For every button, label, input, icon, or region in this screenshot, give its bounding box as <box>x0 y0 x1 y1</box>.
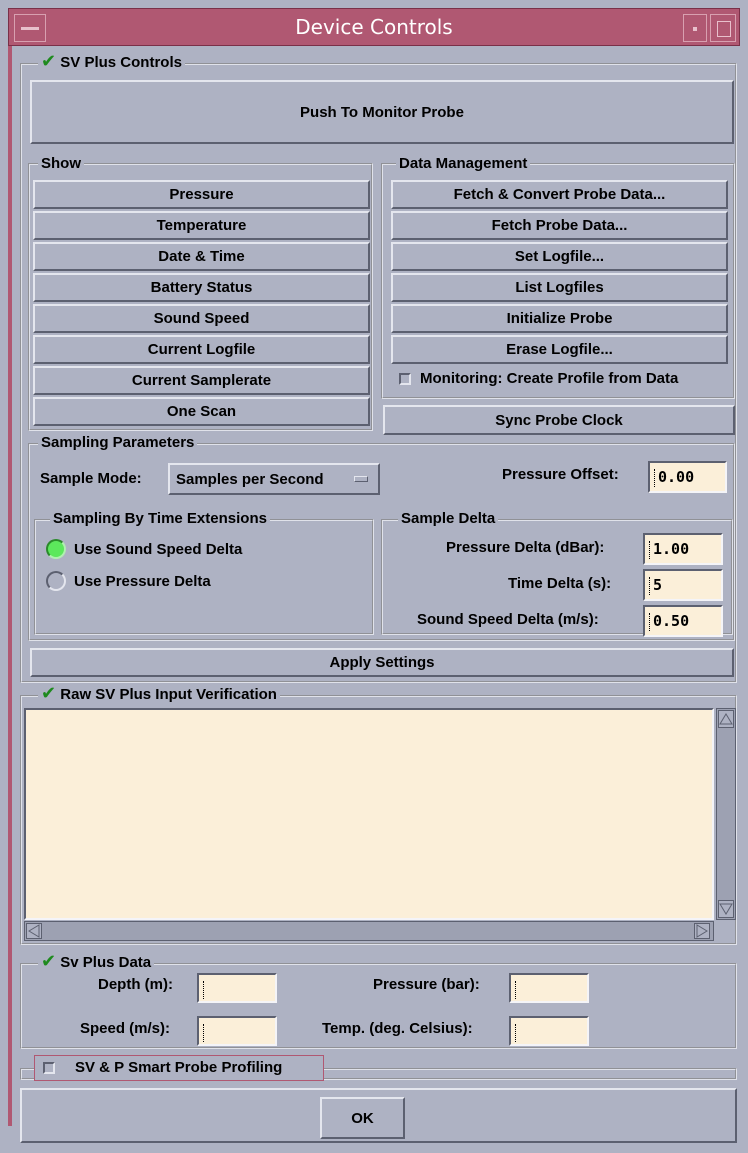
time-delta-field[interactable]: 5 <box>643 569 723 601</box>
temp-label: Temp. (deg. Celsius): <box>322 1020 473 1037</box>
sv-plus-controls-label: SV Plus Controls <box>60 54 182 71</box>
pressure-delta-radio-label: Use Pressure Delta <box>74 573 211 590</box>
sound-speed-delta-field-label: Sound Speed Delta (m/s): <box>417 611 599 628</box>
one-scan-button[interactable]: One Scan <box>33 397 370 426</box>
maximize-icon[interactable] <box>710 14 736 42</box>
window-frame <box>8 46 12 1126</box>
fetch-probe-data-button[interactable]: Fetch Probe Data... <box>391 211 728 240</box>
pressure-delta-value: 1.00 <box>653 540 690 558</box>
sample-mode-select[interactable]: Samples per Second <box>168 463 380 495</box>
raw-input-label: Raw SV Plus Input Verification <box>60 686 277 703</box>
push-to-monitor-button[interactable]: Push To Monitor Probe <box>30 80 734 144</box>
battery-status-button[interactable]: Battery Status <box>33 273 370 302</box>
scroll-left-icon[interactable] <box>26 923 42 939</box>
pressure-offset-value: 0.00 <box>658 468 695 486</box>
initialize-probe-button[interactable]: Initialize Probe <box>391 304 728 333</box>
raw-input-checkbox[interactable]: ✔ <box>41 683 56 703</box>
scroll-up-icon[interactable] <box>718 710 734 728</box>
minimize-icon[interactable] <box>683 14 707 42</box>
sv-plus-data-checkbox[interactable]: ✔ <box>41 951 56 971</box>
smart-probe-label: SV & P Smart Probe Profiling <box>75 1059 283 1076</box>
pressure-delta-field[interactable]: 1.00 <box>643 533 723 565</box>
speed-field[interactable] <box>197 1016 277 1046</box>
monitoring-checkbox[interactable] <box>399 373 411 385</box>
sv-plus-controls-checkbox[interactable]: ✔ <box>41 51 56 71</box>
raw-input-textarea[interactable] <box>24 708 714 920</box>
window-menu-icon[interactable] <box>14 14 46 42</box>
erase-logfile-button[interactable]: Erase Logfile... <box>391 335 728 364</box>
horizontal-scrollbar[interactable] <box>24 921 714 941</box>
pressure-button[interactable]: Pressure <box>33 180 370 209</box>
time-delta-label: Time Delta (s): <box>508 575 612 592</box>
time-delta-value: 5 <box>653 576 663 594</box>
depth-label: Depth (m): <box>98 976 173 993</box>
sound-speed-delta-radio[interactable] <box>46 539 66 559</box>
monitoring-checkbox-label: Monitoring: Create Profile from Data <box>420 370 679 387</box>
sound-speed-delta-field[interactable]: 0.50 <box>643 605 723 637</box>
current-logfile-button[interactable]: Current Logfile <box>33 335 370 364</box>
sound-speed-button[interactable]: Sound Speed <box>33 304 370 333</box>
scroll-down-icon[interactable] <box>718 900 734 918</box>
sampling-parameters-legend: Sampling Parameters <box>38 434 198 452</box>
data-management-legend: Data Management <box>396 155 531 173</box>
sample-delta-legend: Sample Delta <box>398 510 499 528</box>
title-bar[interactable]: Device Controls <box>8 8 740 46</box>
raw-input-legend: ✔ Raw SV Plus Input Verification <box>38 683 280 704</box>
pressure-offset-label: Pressure Offset: <box>502 466 619 483</box>
current-samplerate-button[interactable]: Current Samplerate <box>33 366 370 395</box>
temperature-button[interactable]: Temperature <box>33 211 370 240</box>
sample-mode-value: Samples per Second <box>176 470 324 488</box>
sound-speed-delta-value: 0.50 <box>653 612 690 630</box>
sv-plus-controls-legend: ✔ SV Plus Controls <box>38 51 185 72</box>
date-time-button[interactable]: Date & Time <box>33 242 370 271</box>
temp-field[interactable] <box>509 1016 589 1046</box>
smart-probe-checkbox[interactable] <box>43 1062 55 1074</box>
pressure-delta-radio[interactable] <box>46 571 66 591</box>
sv-plus-data-legend: ✔ Sv Plus Data <box>38 951 155 972</box>
window-title: Device Controls <box>295 15 453 39</box>
pressure-bar-label: Pressure (bar): <box>373 976 480 993</box>
fetch-convert-button[interactable]: Fetch & Convert Probe Data... <box>391 180 728 209</box>
list-logfiles-button[interactable]: List Logfiles <box>391 273 728 302</box>
speed-label: Speed (m/s): <box>80 1020 171 1037</box>
pressure-delta-label: Pressure Delta (dBar): <box>446 539 605 556</box>
depth-field[interactable] <box>197 973 277 1003</box>
option-menu-icon <box>354 476 368 482</box>
show-legend: Show <box>38 155 84 173</box>
set-logfile-button[interactable]: Set Logfile... <box>391 242 728 271</box>
ok-button[interactable]: OK <box>320 1097 405 1139</box>
sound-speed-delta-label: Use Sound Speed Delta <box>74 541 243 558</box>
apply-settings-button[interactable]: Apply Settings <box>30 648 734 677</box>
sample-mode-label: Sample Mode: <box>40 470 142 487</box>
sv-plus-data-label: Sv Plus Data <box>60 954 152 971</box>
vertical-scrollbar[interactable] <box>716 708 736 920</box>
pressure-offset-field[interactable]: 0.00 <box>648 461 727 493</box>
smart-probe-legend: SV & P Smart Probe Profiling <box>34 1055 324 1081</box>
pressure-bar-field[interactable] <box>509 973 589 1003</box>
time-extensions-legend: Sampling By Time Extensions <box>50 510 270 528</box>
sync-probe-clock-button[interactable]: Sync Probe Clock <box>383 405 735 435</box>
scroll-right-icon[interactable] <box>694 923 710 939</box>
